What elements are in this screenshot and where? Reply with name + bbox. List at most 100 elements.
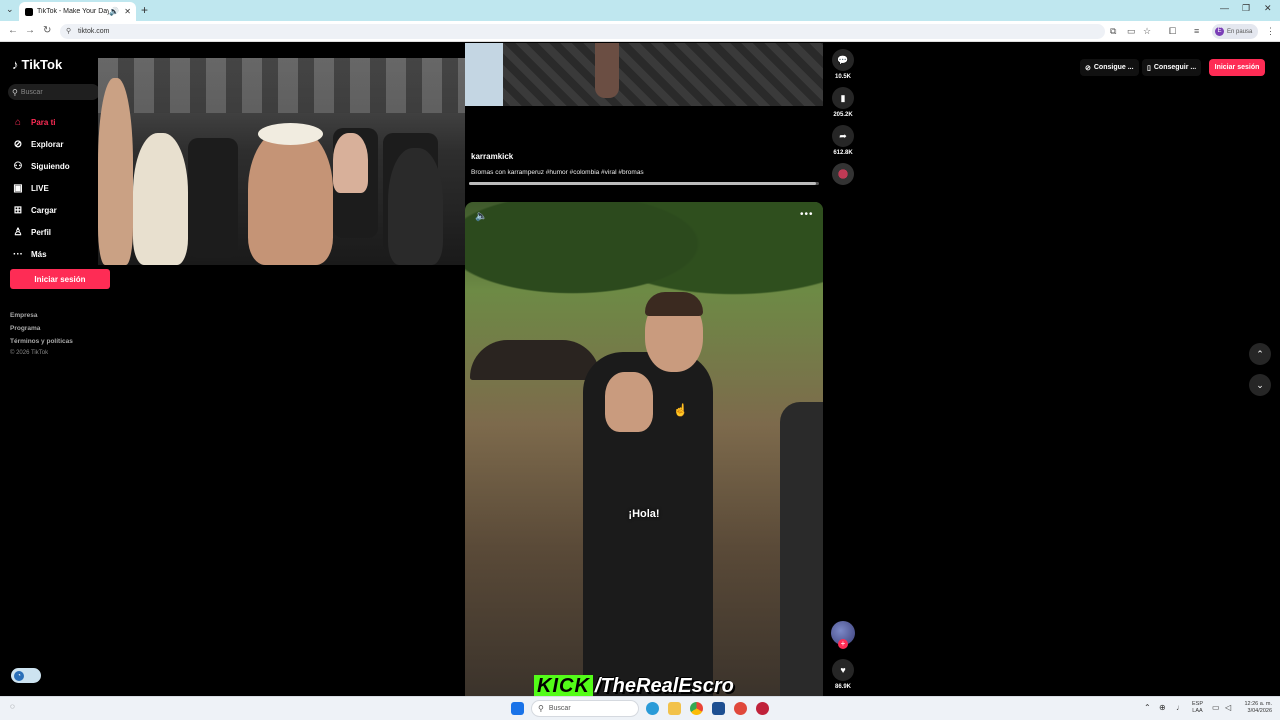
volume-icon[interactable]: 🔈 — [475, 211, 487, 222]
webcam-overlay — [98, 58, 465, 265]
bookmark-star-icon[interactable]: ☆ — [1143, 26, 1151, 37]
tiktok-page: ♪ TikTok ⚲ Buscar ⌂ Para ti ⊘ Explorar ⚇… — [0, 43, 1280, 698]
clock-time: 12:26 a. m. — [1244, 701, 1272, 707]
footer-link-programa[interactable]: Programa — [10, 322, 73, 335]
sidebar-login-button[interactable]: Iniciar sesión — [10, 269, 110, 289]
kick-brand: KICK — [534, 674, 593, 698]
lang-bottom: LAA — [1192, 708, 1203, 714]
logo-text: TikTok — [21, 57, 63, 72]
window-close-icon[interactable]: ✕ — [1264, 3, 1272, 14]
sidebar-item-live[interactable]: ▣ LIVE — [10, 177, 70, 199]
tab-close-icon[interactable]: ✕ — [124, 7, 131, 16]
tab-audio-icon[interactable]: 🔊 — [109, 7, 119, 16]
browser-menu-icon[interactable]: ⋮ — [1266, 26, 1275, 37]
app-icon[interactable] — [734, 702, 747, 715]
phone-icon: ▯ — [1147, 64, 1151, 72]
upload-icon: ⊞ — [13, 204, 23, 216]
search-icon: ⚲ — [538, 704, 544, 713]
main-video[interactable] — [465, 202, 823, 696]
bookmark-icon[interactable]: ▮ — [832, 87, 854, 109]
sidebar-item-label: Más — [31, 249, 47, 259]
home-icon: ⌂ — [14, 116, 22, 128]
scroll-down-icon[interactable]: ⌄ — [1249, 374, 1271, 396]
browser-tab[interactable]: TikTok - Make Your Day 🔊 ✕ — [19, 2, 136, 21]
search-input[interactable]: ⚲ Buscar — [8, 84, 100, 100]
scroll-up-icon[interactable]: ⌃ — [1249, 343, 1271, 365]
video-trees — [465, 202, 823, 342]
site-info-icon[interactable]: ⚲ — [66, 24, 71, 39]
main-video-actions: + ♥ 86.9K — [828, 621, 858, 697]
clock-date: 3/04/2026 — [1247, 708, 1272, 714]
tab-search-icon[interactable]: ⌄ — [6, 4, 18, 16]
footer-link-empresa[interactable]: Empresa — [10, 309, 73, 322]
video-author[interactable]: karramkick — [471, 152, 513, 161]
follow-plus-icon[interactable]: + — [838, 639, 848, 649]
person — [98, 78, 133, 265]
video-frame-detail — [595, 43, 619, 98]
sidebar-item-cargar[interactable]: ⊞ Cargar — [10, 199, 70, 221]
browser-tab-bar: ⌄ TikTok - Make Your Day 🔊 ✕ + — ❐ ✕ — [0, 0, 1280, 21]
sidebar-item-explorar[interactable]: ⊘ Explorar — [10, 133, 70, 155]
comment-icon[interactable]: 💬 — [832, 49, 854, 71]
speaker-icon[interactable]: ◁ — [1225, 703, 1231, 712]
tray-chevron-icon[interactable]: ⌃ — [1144, 703, 1151, 712]
store-icon[interactable] — [712, 702, 725, 715]
sidebar-item-para-ti[interactable]: ⌂ Para ti — [10, 111, 70, 133]
reload-icon[interactable]: ↻ — [43, 25, 51, 36]
chrome-icon[interactable] — [690, 702, 703, 715]
sidebar-item-perfil[interactable]: ♙ Perfil — [10, 221, 70, 243]
extensions-icon[interactable]: ⧠ — [1169, 26, 1176, 37]
taskbar-search-input[interactable]: ⚲ Buscar — [531, 700, 639, 717]
previous-video[interactable] — [465, 43, 823, 106]
sidebar-item-mas[interactable]: ··· Más — [10, 243, 70, 265]
get-app-button[interactable]: ⊘ Consigue ... — [1080, 59, 1139, 76]
video-progress-fill — [469, 182, 816, 185]
floating-widget[interactable]: ◔ — [11, 668, 41, 683]
like-heart-icon[interactable]: ♥ — [832, 659, 854, 681]
url-field[interactable]: ⚲ tiktok.com — [60, 24, 1105, 39]
restore-icon[interactable]: ❐ — [1242, 3, 1250, 14]
sidebar-item-siguiendo[interactable]: ⚇ Siguiendo — [10, 155, 70, 177]
microphone-icon[interactable]: ♩ — [1176, 703, 1184, 712]
weather-icon[interactable]: ◌ — [10, 702, 15, 711]
music-disc-icon[interactable] — [832, 163, 854, 185]
new-tab-icon[interactable]: + — [141, 3, 148, 17]
system-clock[interactable]: 12:26 a. m. 3/04/2026 — [1238, 701, 1272, 715]
minimize-icon[interactable]: — — [1220, 3, 1229, 13]
network-icon[interactable]: ▭ — [1212, 703, 1220, 712]
cast-icon[interactable]: ▭ — [1127, 26, 1136, 37]
comment-count: 10.5K — [834, 74, 851, 80]
video-person-hair — [645, 292, 703, 316]
video-progress-bar[interactable] — [469, 182, 819, 185]
profile-chip[interactable]: E En pausa — [1212, 24, 1258, 39]
tray-app-icon[interactable]: ⊕ — [1159, 703, 1166, 712]
file-explorer-icon[interactable] — [668, 702, 681, 715]
video-frame-detail — [465, 43, 503, 106]
sidebar-item-label: Explorar — [31, 139, 64, 149]
user-follow-icon: ⚇ — [13, 160, 23, 172]
reading-list-icon[interactable]: ≡ — [1194, 26, 1199, 36]
footer-link-terminos[interactable]: Términos y políticas — [10, 335, 73, 348]
url-text: tiktok.com — [78, 28, 110, 35]
edge-icon[interactable] — [646, 702, 659, 715]
back-icon[interactable]: ← — [8, 25, 18, 36]
lang-top: ESP — [1192, 701, 1204, 707]
video-waving-hand — [605, 372, 653, 432]
windows-start-icon[interactable] — [511, 702, 524, 715]
tiktok-logo[interactable]: ♪ TikTok — [12, 57, 62, 72]
video-more-options-icon[interactable]: ••• — [800, 209, 814, 220]
forward-icon[interactable]: → — [25, 25, 35, 36]
header-login-button[interactable]: Iniciar sesión — [1209, 59, 1265, 76]
search-icon: ⚲ — [12, 87, 18, 97]
translate-icon[interactable]: ⧉ — [1110, 26, 1116, 37]
compass-icon: ⊘ — [13, 138, 23, 150]
more-icon: ··· — [13, 248, 23, 260]
creator-avatar[interactable]: + — [831, 621, 855, 649]
kick-watermark: KICK /TheRealEscro — [534, 674, 734, 698]
language-indicator[interactable]: ESP LAA — [1192, 701, 1203, 715]
share-icon[interactable]: ➦ — [832, 125, 854, 147]
webcam-background — [98, 58, 465, 113]
app-icon[interactable] — [756, 702, 769, 715]
get-coins-button[interactable]: ▯ Conseguir ... — [1142, 59, 1202, 76]
video-umbrella — [470, 340, 600, 380]
